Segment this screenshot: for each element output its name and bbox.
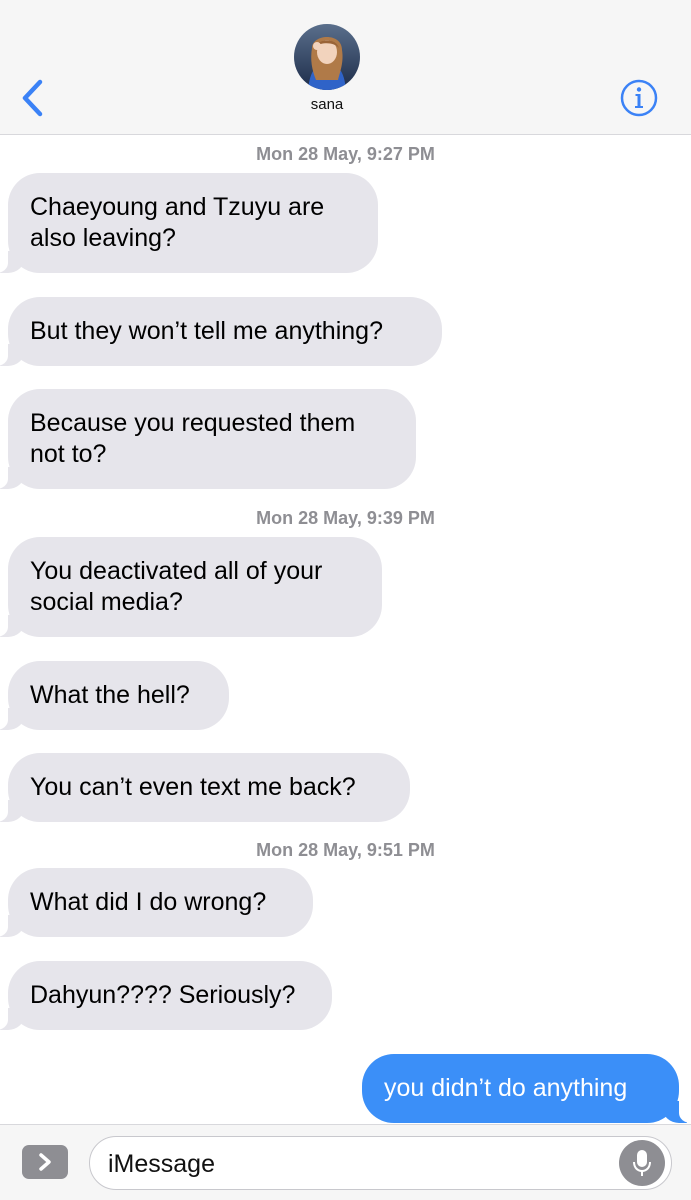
apps-button[interactable] [22,1145,68,1179]
timestamp: Mon 28 May, 9:39 PM [0,508,691,529]
message-composer: iMessage [0,1124,691,1200]
timestamp-time: 9:51 PM [366,840,435,860]
incoming-message-bubble[interactable]: What the hell? [0,661,229,730]
timestamp-day: Mon 28 May, [256,144,362,164]
incoming-message-bubble[interactable]: Chaeyoung and Tzuyu are also leaving? [0,173,378,273]
chevron-right-icon [39,1153,51,1171]
message-input[interactable]: iMessage [89,1136,672,1190]
outgoing-message-bubble[interactable]: you didn’t do anything [362,1054,691,1123]
message-text: You deactivated all of your social media… [30,556,322,618]
timestamp-day: Mon 28 May, [256,508,362,528]
message-line: Because you requested them [30,409,356,437]
message-text: Because you requested them not to? [30,408,355,470]
avatar-photo [294,24,360,90]
message-line: also leaving? [30,224,176,252]
message-line: Chaeyoung and Tzuyu are [30,193,325,221]
message-line: not to? [30,440,107,468]
incoming-message-bubble[interactable]: You can’t even text me back? [0,753,410,822]
timestamp-time: 9:27 PM [366,144,435,164]
messages-screen: sana Mon 28 May, 9:27 PM Mon 28 May, 9:3… [0,0,691,1200]
incoming-message-bubble[interactable]: Dahyun???? Seriously? [0,961,332,1030]
timestamp-time: 9:39 PM [366,508,435,528]
message-line: Dahyun???? Seriously? [30,981,296,1009]
message-placeholder: iMessage [108,1150,215,1178]
message-line: social media? [30,588,183,616]
message-line: What the hell? [30,681,190,709]
info-circle-icon [620,79,658,117]
timestamp: Mon 28 May, 9:27 PM [0,144,691,165]
conversation-header: sana [0,0,691,135]
contact-avatar[interactable] [294,24,360,90]
message-text: Chaeyoung and Tzuyu are also leaving? [30,192,324,254]
dictation-button[interactable] [619,1140,665,1186]
incoming-message-bubble[interactable]: You deactivated all of your social media… [0,537,382,637]
message-line: You deactivated all of your [30,557,323,585]
message-line: you didn’t do anything [384,1074,628,1102]
incoming-message-bubble[interactable]: But they won’t tell me anything? [0,297,442,366]
incoming-message-bubble[interactable]: What did I do wrong? [0,868,313,937]
timestamp-day: Mon 28 May, [256,840,362,860]
contact-name[interactable]: sana [0,96,654,113]
message-line: You can’t even text me back? [30,773,356,801]
incoming-message-bubble[interactable]: Because you requested them not to? [0,389,416,489]
timestamp: Mon 28 May, 9:51 PM [0,840,691,861]
message-line: But they won’t tell me anything? [30,317,383,345]
info-button[interactable] [620,79,658,117]
message-line: What did I do wrong? [30,888,267,916]
microphone-icon [633,1150,651,1176]
